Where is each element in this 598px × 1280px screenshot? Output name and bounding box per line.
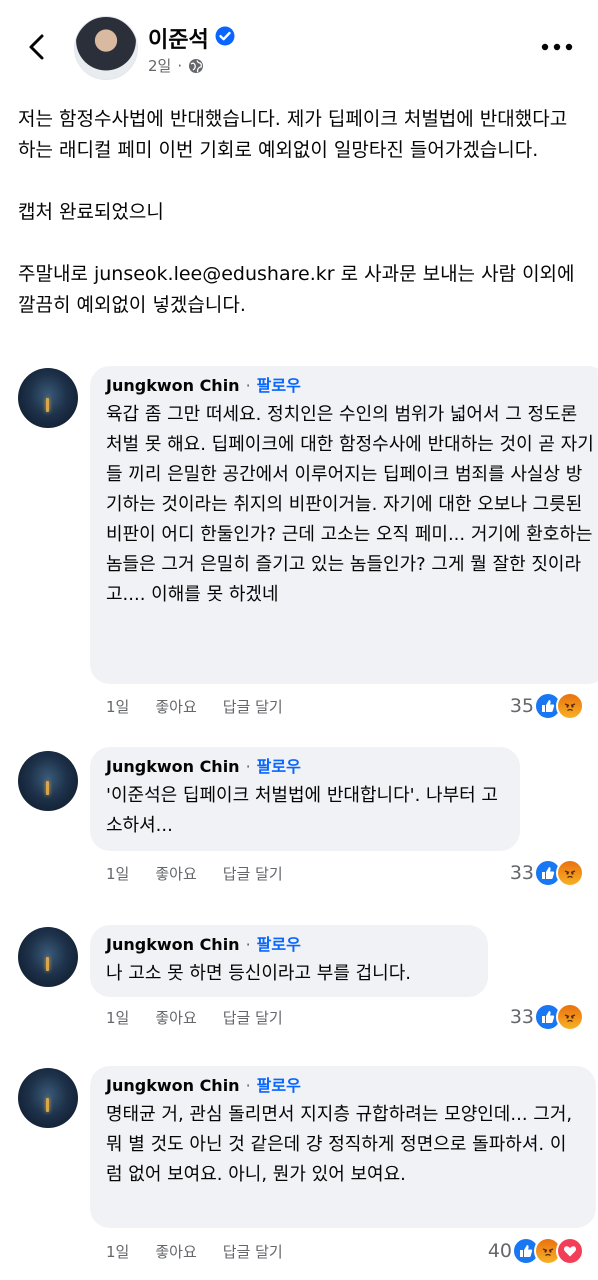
- reaction-summary[interactable]: 33: [510, 859, 584, 887]
- comment-actions: 1일 좋아요 답글 달기: [106, 1241, 283, 1262]
- comment-bubble[interactable]: Jungkwon Chin · 팔로우 육갑 좀 그만 떠세요. 정치인은 수인…: [90, 366, 598, 684]
- commenter-name[interactable]: Jungkwon Chin: [106, 933, 240, 957]
- avatar-light: [46, 1098, 49, 1112]
- reply-button[interactable]: 답글 달기: [223, 696, 283, 717]
- post-meta: 2일 ·: [148, 55, 204, 76]
- post-header: 이준석 2일 ·: [0, 0, 598, 90]
- comment-text: 나 고소 못 하면 등신이라고 부를 겁니다.: [106, 963, 412, 984]
- comment-author-line: Jungkwon Chin · 팔로우: [106, 1074, 582, 1098]
- comment-bubble[interactable]: Jungkwon Chin · 팔로우 나 고소 못 하면 등신이라고 부를 겁…: [90, 925, 488, 997]
- like-button[interactable]: 좋아요: [155, 696, 196, 717]
- comment-actions: 1일 좋아요 답글 달기: [106, 696, 283, 717]
- reaction-summary[interactable]: 40: [488, 1237, 584, 1265]
- post-body: 저는 함정수사법에 반대했습니다. 제가 딥페이크 처벌법에 반대했다고 하는 …: [18, 104, 586, 321]
- author-name[interactable]: 이준석: [148, 22, 209, 54]
- comment-time: 1일: [106, 698, 130, 716]
- commenter-name[interactable]: Jungkwon Chin: [106, 1074, 240, 1098]
- author-dot: ·: [245, 757, 251, 776]
- reaction-summary[interactable]: 33: [510, 1003, 584, 1031]
- reply-button[interactable]: 답글 달기: [223, 1007, 283, 1028]
- comment-text: 명태균 거, 관심 돌리면서 지지층 규합하려는 모양인데... 그거, 뭐 별…: [106, 1104, 573, 1185]
- angry-reaction-icon: [556, 1003, 584, 1031]
- author-avatar[interactable]: [74, 16, 138, 80]
- reply-button[interactable]: 답글 달기: [223, 1241, 283, 1262]
- author-dot: ·: [245, 376, 251, 395]
- comment-text: 육갑 좀 그만 떠세요. 정치인은 수인의 범위가 넓어서 그 정도론 처벌 못…: [106, 404, 594, 605]
- commenter-name[interactable]: Jungkwon Chin: [106, 755, 240, 779]
- author-dot: ·: [245, 1076, 251, 1095]
- more-horizontal-icon[interactable]: [540, 40, 574, 54]
- reply-button[interactable]: 답글 달기: [223, 863, 283, 884]
- chevron-left-icon[interactable]: [22, 32, 52, 62]
- commenter-avatar[interactable]: [18, 368, 78, 428]
- comment-time: 1일: [106, 1009, 130, 1027]
- comment-author-line: Jungkwon Chin · 팔로우: [106, 374, 594, 398]
- meta-separator: ·: [177, 56, 183, 75]
- commenter-avatar[interactable]: [18, 751, 78, 811]
- comment-bubble[interactable]: Jungkwon Chin · 팔로우 명태균 거, 관심 돌리면서 지지층 규…: [90, 1066, 596, 1228]
- verified-badge-icon: [215, 26, 235, 46]
- post-time[interactable]: 2일: [148, 55, 171, 76]
- follow-button[interactable]: 팔로우: [257, 755, 301, 779]
- comment-text: '이준석은 딥페이크 처벌법에 반대합니다'. 나부터 고소하셔...: [106, 785, 498, 836]
- angry-reaction-icon: [556, 692, 584, 720]
- post-paragraph: 저는 함정수사법에 반대했습니다. 제가 딥페이크 처벌법에 반대했다고 하는 …: [18, 108, 568, 161]
- post-paragraph: 주말내로 junseok.lee@edushare.kr 로 사과문 보내는 사…: [18, 263, 575, 316]
- follow-button[interactable]: 팔로우: [257, 374, 301, 398]
- follow-button[interactable]: 팔로우: [257, 1074, 301, 1098]
- reaction-count: 35: [509, 695, 534, 717]
- commenter-avatar[interactable]: [18, 927, 78, 987]
- comment-bubble[interactable]: Jungkwon Chin · 팔로우 '이준석은 딥페이크 처벌법에 반대합니…: [90, 747, 520, 851]
- reaction-count: 40: [487, 1240, 512, 1262]
- commenter-name[interactable]: Jungkwon Chin: [106, 374, 240, 398]
- angry-reaction-icon: [556, 859, 584, 887]
- comment-author-line: Jungkwon Chin · 팔로우: [106, 755, 506, 779]
- comment-time: 1일: [106, 1243, 130, 1261]
- comment-author-line: Jungkwon Chin · 팔로우: [106, 933, 474, 957]
- like-button[interactable]: 좋아요: [155, 863, 196, 884]
- reaction-summary[interactable]: 35: [510, 692, 584, 720]
- reaction-count: 33: [509, 1006, 534, 1028]
- post-paragraph: 캡처 완료되었으니: [18, 201, 164, 223]
- like-button[interactable]: 좋아요: [155, 1241, 196, 1262]
- avatar-light: [46, 398, 49, 412]
- commenter-avatar[interactable]: [18, 1068, 78, 1128]
- avatar-light: [46, 957, 49, 971]
- comment-actions: 1일 좋아요 답글 달기: [106, 863, 283, 884]
- comment-actions: 1일 좋아요 답글 달기: [106, 1007, 283, 1028]
- love-reaction-icon: [556, 1237, 584, 1265]
- author-dot: ·: [245, 935, 251, 954]
- comment-time: 1일: [106, 865, 130, 883]
- reaction-count: 33: [509, 862, 534, 884]
- avatar-light: [46, 781, 49, 795]
- globe-icon: [189, 58, 204, 73]
- follow-button[interactable]: 팔로우: [257, 933, 301, 957]
- like-button[interactable]: 좋아요: [155, 1007, 196, 1028]
